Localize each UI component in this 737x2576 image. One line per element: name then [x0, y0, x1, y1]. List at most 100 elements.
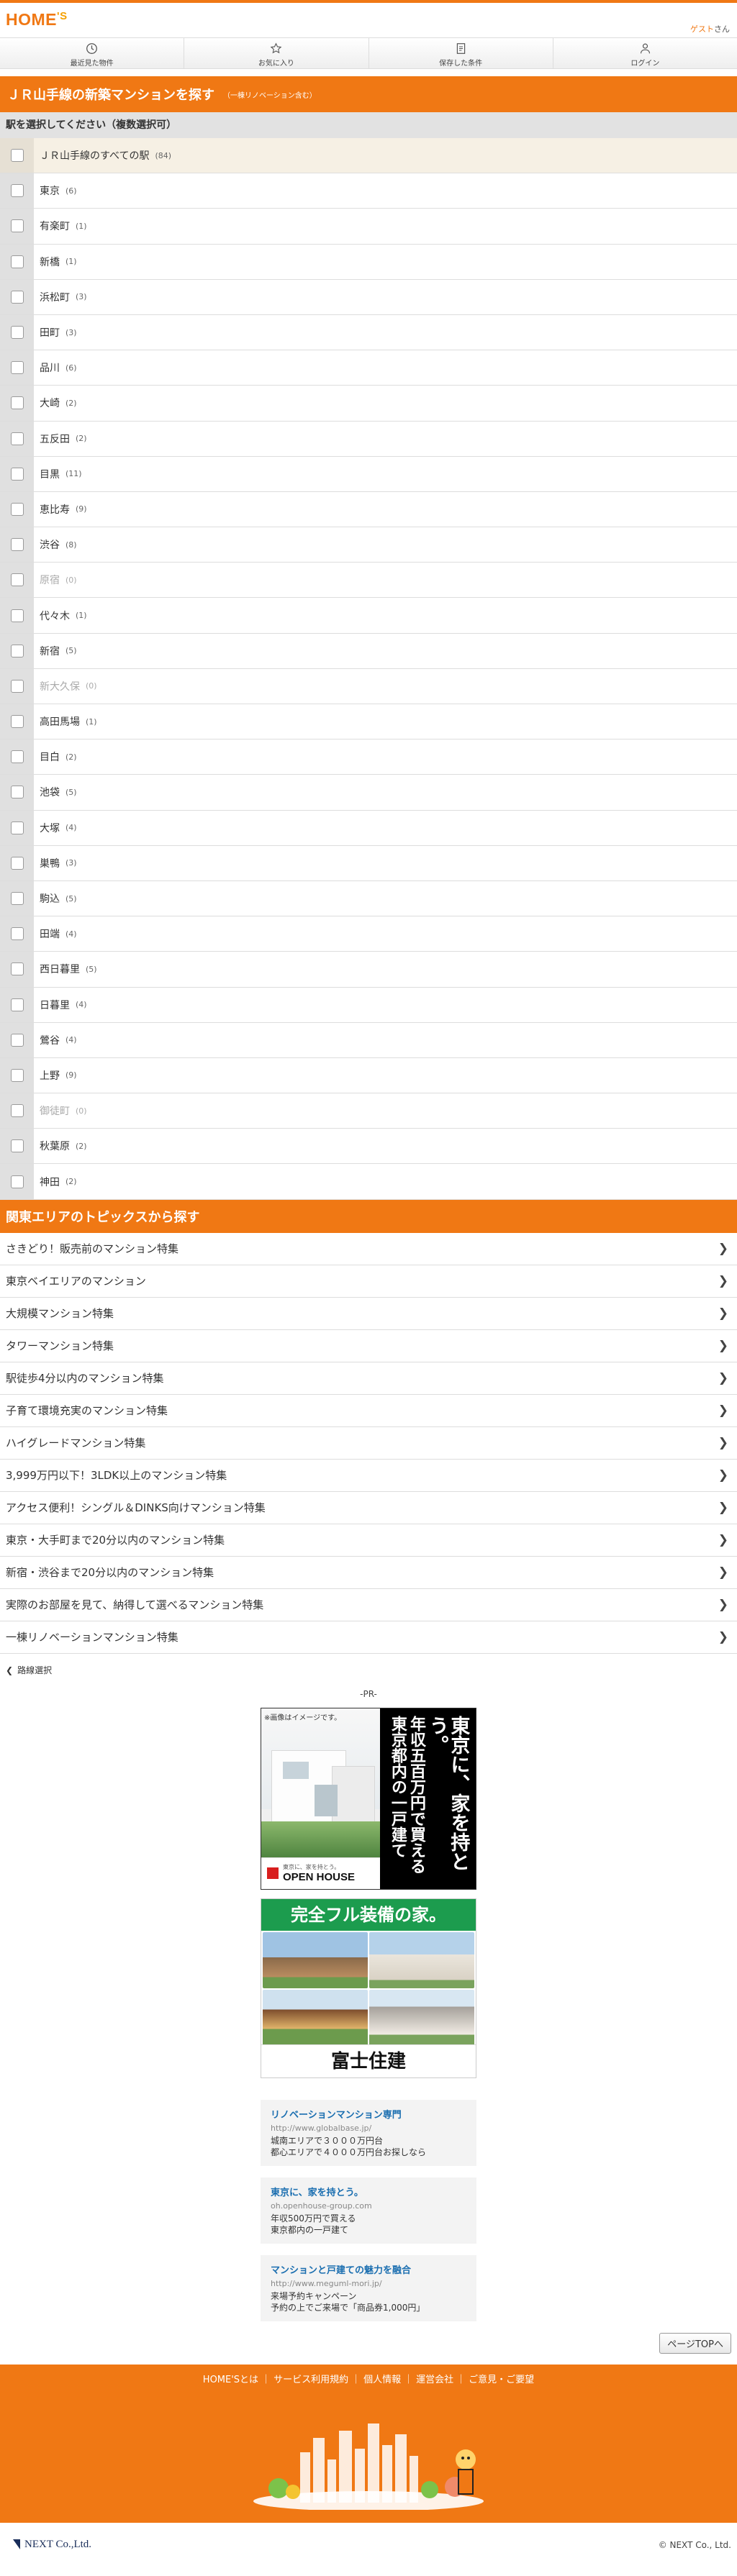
- checkbox-box[interactable]: [10, 184, 24, 198]
- checkbox[interactable]: [0, 456, 34, 491]
- station-item[interactable]: 新橋 (1): [0, 244, 737, 280]
- station-item[interactable]: 目黒 (11): [0, 456, 737, 492]
- checkbox[interactable]: [0, 704, 34, 739]
- checkbox[interactable]: [0, 1093, 34, 1129]
- checkbox-box[interactable]: [10, 467, 24, 481]
- checkbox-box[interactable]: [10, 290, 24, 304]
- checkbox-box[interactable]: [10, 715, 24, 729]
- station-item[interactable]: 高田馬場 (1): [0, 704, 737, 740]
- station-item[interactable]: 秋葉原 (2): [0, 1129, 737, 1165]
- text-ad-title[interactable]: 東京に、家を持とう。: [271, 2185, 466, 2198]
- checkbox[interactable]: [0, 810, 34, 845]
- station-item[interactable]: 日暮里 (4): [0, 987, 737, 1023]
- station-item[interactable]: 大塚 (4): [0, 810, 737, 846]
- station-item[interactable]: 代々木 (1): [0, 598, 737, 634]
- footer-link[interactable]: HOME'Sとは: [203, 2375, 258, 2385]
- text-ad[interactable]: 東京に、家を持とう。 oh.openhouse-group.com 年収500万円で…: [261, 2177, 476, 2244]
- topic-item[interactable]: 3,999万円以下！3LDK以上のマンション特集 ❯: [0, 1459, 737, 1492]
- checkbox-box[interactable]: [10, 1033, 24, 1047]
- checkbox[interactable]: [0, 138, 34, 173]
- checkbox[interactable]: [0, 633, 34, 668]
- station-item[interactable]: 池袋 (5): [0, 775, 737, 811]
- topic-item[interactable]: 子育て環境充実のマンション特集 ❯: [0, 1394, 737, 1427]
- topic-item[interactable]: タワーマンション特集 ❯: [0, 1329, 737, 1362]
- checkbox-box[interactable]: [10, 609, 24, 622]
- nav-saved-conditions[interactable]: 保存した条件: [369, 38, 553, 68]
- text-ad-title[interactable]: リノベーションマンション専門: [271, 2107, 466, 2121]
- checkbox-box[interactable]: [10, 538, 24, 552]
- back-to-line-select[interactable]: ❮ 路線選択: [0, 1654, 737, 1687]
- checkbox[interactable]: [0, 527, 34, 563]
- checkbox-box[interactable]: [10, 396, 24, 410]
- checkbox-box[interactable]: [10, 998, 24, 1011]
- checkbox-box[interactable]: [10, 1068, 24, 1082]
- checkbox[interactable]: [0, 880, 34, 916]
- station-item[interactable]: 原宿 (0): [0, 563, 737, 599]
- checkbox-box[interactable]: [10, 255, 24, 268]
- checkbox[interactable]: [0, 775, 34, 810]
- checkbox-box[interactable]: [10, 750, 24, 764]
- checkbox[interactable]: [0, 1129, 34, 1164]
- checkbox-box[interactable]: [10, 821, 24, 834]
- topic-item[interactable]: さきどり！販売前のマンション特集 ❯: [0, 1232, 737, 1265]
- nav-recently-viewed[interactable]: 最近見た物件: [0, 38, 185, 68]
- checkbox-box[interactable]: [10, 502, 24, 516]
- footer-link[interactable]: 運営会社: [416, 2375, 453, 2385]
- station-item[interactable]: 巣鴨 (3): [0, 845, 737, 881]
- station-item[interactable]: 恵比寿 (9): [0, 491, 737, 528]
- user-name-link[interactable]: ゲスト: [690, 24, 714, 34]
- checkbox[interactable]: [0, 1164, 34, 1199]
- checkbox[interactable]: [0, 739, 34, 775]
- checkbox[interactable]: [0, 1022, 34, 1057]
- station-item[interactable]: 鶯谷 (4): [0, 1022, 737, 1058]
- topic-item[interactable]: 東京ベイエリアのマンション ❯: [0, 1265, 737, 1298]
- homes-logo[interactable]: HOME'S: [6, 10, 68, 29]
- page-top-button[interactable]: ページTOPへ: [659, 2332, 731, 2354]
- checkbox-box[interactable]: [10, 679, 24, 693]
- station-item[interactable]: 浜松町 (3): [0, 279, 737, 315]
- station-item[interactable]: 西日暮里 (5): [0, 952, 737, 988]
- checkbox-box[interactable]: [10, 432, 24, 445]
- checkbox-box[interactable]: [10, 856, 24, 870]
- checkbox[interactable]: [0, 421, 34, 456]
- topic-item[interactable]: 実際のお部屋を見て、納得して選べるマンション特集 ❯: [0, 1588, 737, 1621]
- text-ad[interactable]: リノベーションマンション専門 http://www.globalbase.jp/城…: [261, 2099, 476, 2166]
- checkbox-box[interactable]: [10, 219, 24, 233]
- topic-item[interactable]: ハイグレードマンション特集 ❯: [0, 1426, 737, 1460]
- checkbox-box[interactable]: [10, 361, 24, 375]
- checkbox[interactable]: [0, 1057, 34, 1093]
- checkbox-box[interactable]: [10, 149, 24, 163]
- checkbox[interactable]: [0, 314, 34, 350]
- text-ad-title[interactable]: マンションと戸建ての魅力を融合: [271, 2262, 466, 2276]
- station-item[interactable]: 五反田 (2): [0, 421, 737, 457]
- fujijuken-banner-ad[interactable]: 完全フル装備の家。 富士住建: [261, 1898, 476, 2078]
- openhouse-banner-ad[interactable]: ※画像はイメージです。 東京に、家を持とう。 OPEN HOUSE 東京に、家を持…: [261, 1707, 476, 1890]
- checkbox-box[interactable]: [10, 573, 24, 587]
- topic-item[interactable]: 大規模マンション特集 ❯: [0, 1297, 737, 1330]
- checkbox[interactable]: [0, 350, 34, 386]
- checkbox-box[interactable]: [10, 1175, 24, 1188]
- station-item-all[interactable]: ＪＲ山手線のすべての駅 (84): [0, 138, 737, 174]
- checkbox[interactable]: [0, 952, 34, 987]
- checkbox-box[interactable]: [10, 962, 24, 976]
- checkbox-box[interactable]: [10, 892, 24, 906]
- checkbox-box[interactable]: [10, 786, 24, 799]
- checkbox[interactable]: [0, 491, 34, 527]
- station-item[interactable]: 目白 (2): [0, 739, 737, 775]
- checkbox[interactable]: [0, 209, 34, 244]
- checkbox[interactable]: [0, 279, 34, 314]
- station-item[interactable]: 田端 (4): [0, 916, 737, 952]
- text-ad[interactable]: マンションと戸建ての魅力を融合 http://www.meguml-mori.jp…: [261, 2254, 476, 2321]
- checkbox[interactable]: [0, 244, 34, 279]
- topic-item[interactable]: 新宿・渋谷まで20分以内のマンション特集 ❯: [0, 1556, 737, 1589]
- checkbox-box[interactable]: [10, 1104, 24, 1118]
- station-item[interactable]: 駒込 (5): [0, 880, 737, 917]
- checkbox[interactable]: [0, 845, 34, 880]
- checkbox[interactable]: [0, 563, 34, 598]
- station-item[interactable]: 渋谷 (8): [0, 527, 737, 563]
- station-item[interactable]: 品川 (6): [0, 350, 737, 386]
- footer-link[interactable]: サービス利用規約: [273, 2375, 348, 2385]
- station-item[interactable]: 新宿 (5): [0, 633, 737, 669]
- checkbox-box[interactable]: [10, 326, 24, 340]
- station-item[interactable]: 有楽町 (1): [0, 209, 737, 245]
